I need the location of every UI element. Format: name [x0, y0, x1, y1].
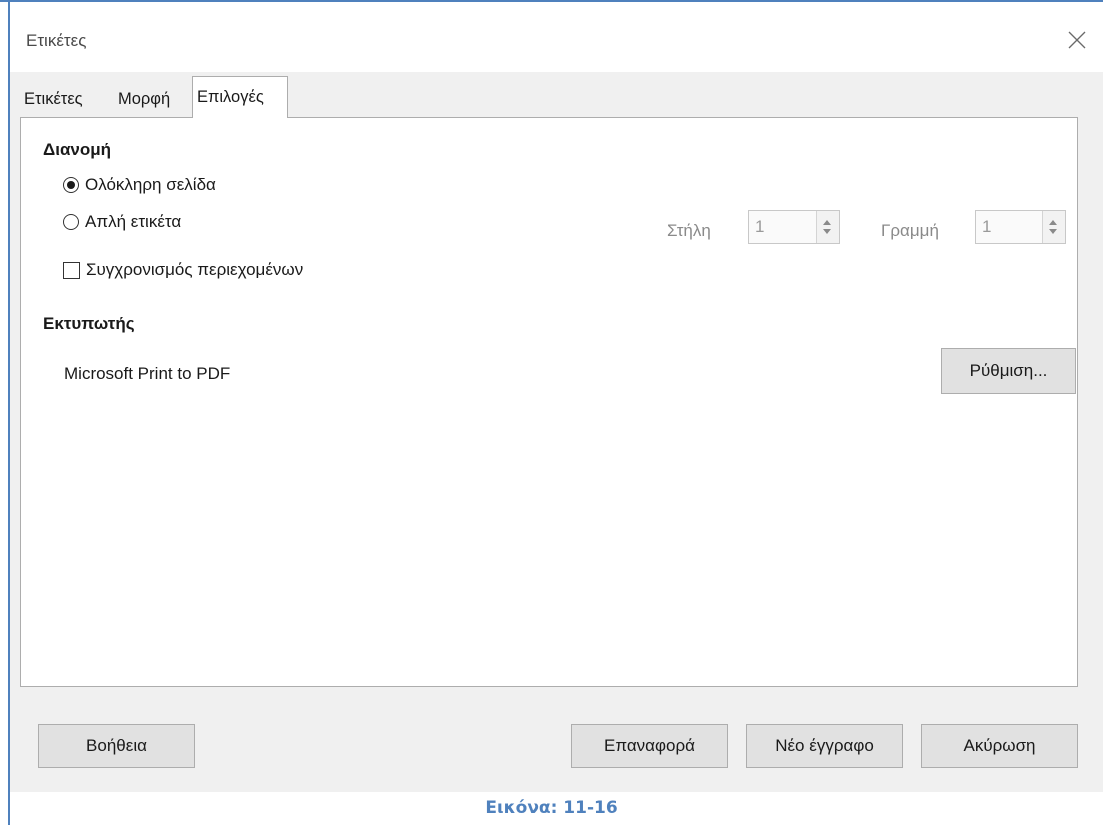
help-button[interactable]: Βοήθεια — [38, 724, 195, 768]
row-value: 1 — [982, 217, 992, 236]
column-value: 1 — [755, 217, 765, 236]
spin-up-icon — [823, 220, 831, 225]
tab-labels[interactable]: Ετικέτες — [20, 82, 87, 116]
row-spinbox[interactable]: 1 — [975, 210, 1066, 244]
close-button[interactable] — [1059, 22, 1095, 58]
row-spin-buttons[interactable] — [1042, 211, 1065, 243]
distribution-heading: Διανομή — [43, 140, 112, 159]
row-label: Γραμμή — [881, 221, 939, 240]
single-label-label: Απλή ετικέτα — [85, 212, 182, 231]
cancel-button[interactable]: Ακύρωση — [921, 724, 1078, 768]
dialog-titlebar: Ετικέτες — [10, 10, 1103, 72]
close-icon — [1068, 31, 1086, 49]
printer-heading: Εκτυπωτής — [43, 314, 135, 333]
spin-up-icon — [1049, 220, 1057, 225]
radio-unchecked-icon — [63, 214, 79, 230]
column-spinbox[interactable]: 1 — [748, 210, 840, 244]
figure-caption: Εικόνα: 11-16 — [485, 798, 618, 818]
radio-checked-icon — [63, 177, 79, 193]
column-label: Στήλη — [667, 221, 711, 240]
tab-format[interactable]: Μορφή — [114, 82, 174, 116]
sync-contents-checkbox[interactable]: Συγχρονισμός περιεχομένων — [63, 260, 303, 280]
checkbox-icon — [63, 261, 80, 279]
sync-contents-label: Συγχρονισμός περιεχομένων — [86, 260, 304, 279]
spin-down-icon — [823, 229, 831, 234]
column-spin-buttons[interactable] — [816, 211, 839, 243]
reset-button[interactable]: Επαναφορά — [571, 724, 728, 768]
printer-setup-button[interactable]: Ρύθμιση... — [941, 348, 1076, 394]
dialog-title: Ετικέτες — [26, 31, 87, 50]
new-document-button[interactable]: Νέο έγγραφο — [746, 724, 903, 768]
entire-page-label: Ολόκληρη σελίδα — [85, 175, 216, 194]
tab-options[interactable]: Επιλογές — [192, 76, 288, 118]
entire-page-radio[interactable]: Ολόκληρη σελίδα — [63, 175, 216, 195]
printer-name: Microsoft Print to PDF — [64, 364, 231, 383]
frame-top-line — [0, 0, 1103, 2]
options-panel: Διανομή Ολόκληρη σελίδα Απλή ετικέτα Συγ… — [20, 117, 1078, 687]
single-label-radio[interactable]: Απλή ετικέτα — [63, 212, 181, 232]
spin-down-icon — [1049, 229, 1057, 234]
